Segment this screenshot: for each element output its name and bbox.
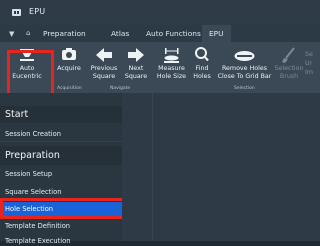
measure-icon — [154, 44, 189, 65]
brush-icon — [274, 44, 304, 65]
measure-hole-size-button[interactable]: Measure Hole Size — [154, 44, 189, 84]
dropdown-caret-icon[interactable]: ▼ — [9, 30, 14, 38]
previous-square-button[interactable]: Previous Square — [89, 44, 119, 84]
measure-hole-size-label: Measure Hole Size — [156, 65, 187, 80]
app-title: EPU — [29, 7, 46, 16]
truncated-label-2: Ur — [305, 60, 313, 67]
group-label-acquisition: Acquisition — [57, 86, 82, 91]
group-label-selection: Selection — [234, 86, 255, 91]
highlight-auto-eucentric — [7, 50, 54, 98]
list-item-session-creation[interactable]: Session Creation — [0, 128, 122, 140]
section-preparation[interactable]: Preparation — [0, 146, 122, 165]
truncated-label-3: Im — [305, 69, 313, 76]
selection-brush-button[interactable]: Selection Brush — [274, 44, 304, 84]
previous-square-label: Previous Square — [90, 65, 118, 80]
truncated-label-1: Se — [305, 51, 313, 58]
arrow-right-icon — [121, 44, 151, 65]
list-item-template-execution[interactable]: Template Execution — [0, 236, 122, 246]
list-item-square-selection[interactable]: Square Selection — [0, 186, 122, 198]
title-bar: EPU — [0, 0, 320, 25]
camera-icon — [53, 44, 85, 65]
remove-holes-icon — [215, 44, 274, 65]
home-icon[interactable]: ⌂ — [26, 29, 30, 37]
next-square-label: Next Square — [124, 65, 148, 80]
list-item-template-definition[interactable]: Template Definition — [0, 220, 122, 232]
remove-holes-label: Remove Holes Close To Grid Bar — [217, 65, 272, 80]
remove-holes-close-to-grid-bar-button[interactable]: Remove Holes Close To Grid Bar — [215, 44, 274, 84]
tab-auto-functions[interactable]: Auto Functions — [146, 29, 201, 38]
panel-separator — [152, 93, 153, 241]
group-label-navigate: Navigate — [110, 86, 131, 91]
next-square-button[interactable]: Next Square — [121, 44, 151, 84]
acquire-label: Acquire — [57, 65, 81, 72]
find-holes-button[interactable]: Find Holes — [190, 44, 214, 84]
magnifier-icon — [190, 44, 214, 65]
arrow-left-icon — [89, 44, 119, 65]
app-logo-icon — [12, 9, 21, 16]
find-holes-label: Find Holes — [193, 65, 211, 80]
tab-preparation[interactable]: Preparation — [43, 29, 86, 38]
tab-epu[interactable]: EPU — [202, 25, 231, 42]
tab-atlas[interactable]: Atlas — [111, 29, 129, 38]
acquire-button[interactable]: Acquire — [53, 44, 85, 84]
selection-brush-label: Selection Brush — [274, 65, 304, 80]
menu-bar: ▼ ⌂ Preparation Atlas Auto Functions EPU — [0, 25, 320, 42]
divider — [0, 141, 122, 142]
list-item-session-setup[interactable]: Session Setup — [0, 168, 122, 180]
truncated-ribbon-buttons[interactable]: Se Ur Im — [305, 50, 320, 90]
section-start[interactable]: Start — [0, 106, 122, 123]
